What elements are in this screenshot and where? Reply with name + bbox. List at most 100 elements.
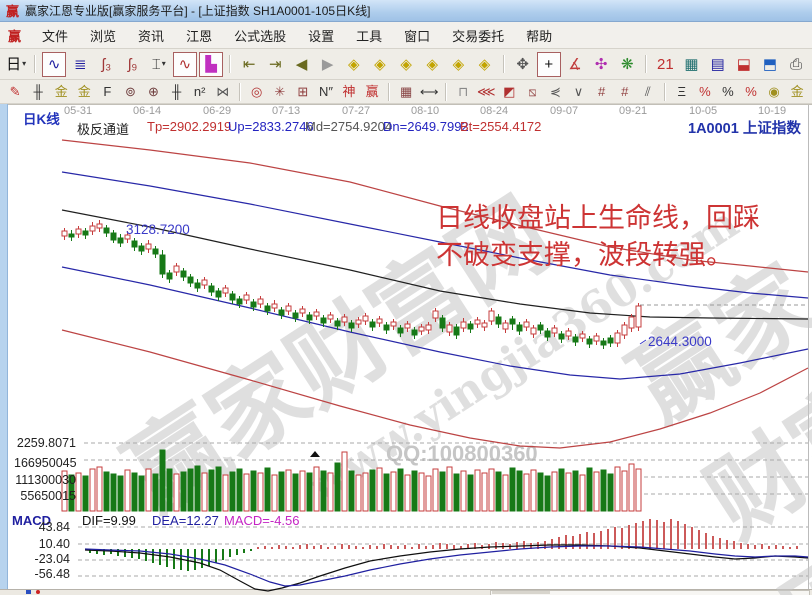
grid-box-button[interactable]: ▦	[395, 82, 417, 101]
menu-item-8[interactable]: 交易委托	[441, 23, 515, 48]
menu-item-4[interactable]: 公式选股	[223, 23, 297, 48]
print-button[interactable]: ⎙	[784, 52, 808, 77]
percent-triangle-button[interactable]: %	[694, 82, 716, 101]
menu-item-6[interactable]: 工具	[345, 23, 393, 48]
chart-area[interactable]	[8, 104, 808, 512]
menu-item-7[interactable]: 窗口	[393, 23, 441, 48]
compass-button[interactable]: ⊕	[142, 82, 164, 101]
pattern-overlay-button[interactable]: ∿	[173, 52, 197, 77]
title-bar[interactable]: 赢 赢家江恩专业版[赢家服务平台] - [上证指数 SH1A0001-105日K…	[0, 0, 812, 22]
crosshair-button[interactable]: +	[537, 52, 561, 77]
angle-measure-button[interactable]: ∡	[563, 52, 587, 77]
crosshair-icon: +	[544, 57, 553, 72]
left-panel-strip[interactable]	[0, 104, 8, 590]
prev-bar-button[interactable]: ◀	[289, 52, 313, 77]
fibonacci-icon: F	[103, 85, 111, 98]
menu-item-3[interactable]: 江恩	[175, 23, 223, 48]
hand-tool-button[interactable]: ✥	[511, 52, 535, 77]
compress-range-button[interactable]: ◈	[420, 52, 444, 77]
toolbar-separator	[445, 83, 447, 101]
gold-lines-button[interactable]: 金	[786, 82, 808, 101]
wave-check-button[interactable]: ∨	[568, 82, 590, 101]
ma9-button[interactable]: ʃ₉	[121, 52, 145, 77]
save-button[interactable]: ⬓	[732, 52, 756, 77]
smart-select-button[interactable]: ❋	[615, 52, 639, 77]
shen-tool-button[interactable]: 神	[338, 82, 360, 101]
kline-period-button[interactable]: 日▾	[4, 52, 28, 77]
last-bar-button[interactable]: ⇥	[263, 52, 287, 77]
export-button[interactable]: ⬒	[758, 52, 782, 77]
ruler-ticks-button[interactable]: ╫	[166, 82, 188, 101]
calculator-button[interactable]: ▦	[679, 52, 703, 77]
circle-target-icon: ◎	[251, 85, 262, 98]
gold-ratio2-button[interactable]: 金	[73, 82, 95, 101]
toolbar-separator	[645, 55, 647, 73]
ma9-icon: ʃ₉	[128, 57, 137, 72]
info-list-button[interactable]: ≣	[68, 52, 92, 77]
export-icon: ⬒	[763, 57, 777, 72]
span-arrows-button[interactable]: ⟷	[418, 82, 440, 101]
macd-dif-line	[85, 545, 808, 591]
memo-button[interactable]: ▤	[706, 52, 730, 77]
square-web-button[interactable]: ⊞	[292, 82, 314, 101]
gold-ratio-button[interactable]: 金	[50, 82, 72, 101]
fibonacci-button[interactable]: F	[96, 82, 118, 101]
first-bar-button[interactable]: ⇤	[237, 52, 261, 77]
gold-circle-button[interactable]: ◉	[763, 82, 785, 101]
menu-item-9[interactable]: 帮助	[515, 23, 563, 48]
shift-right-button[interactable]: ◈	[368, 52, 392, 77]
parallel-lines-icon: ⫽	[645, 85, 651, 98]
parallel-lines-button[interactable]: ⫽	[637, 82, 659, 101]
fan-box-button[interactable]: ◩	[498, 82, 520, 101]
status-dot-left	[36, 590, 40, 594]
gold-circle-icon: ◉	[768, 85, 779, 98]
calendar-button[interactable]: 21	[653, 52, 677, 77]
shift-left-button[interactable]: ◈	[342, 52, 366, 77]
candle-style-button[interactable]: ⌶▾	[147, 52, 171, 77]
percent-lines-button[interactable]: %	[740, 82, 762, 101]
volume-profile-icon: ▙	[205, 57, 217, 72]
scrollbar-thumb[interactable]	[492, 591, 550, 594]
macd-scale-4: -56.48	[20, 567, 70, 581]
chart-right-border	[808, 105, 809, 589]
mirror-angle-button[interactable]: ⋈	[212, 82, 234, 101]
gann-grid-a-button[interactable]: #	[591, 82, 613, 101]
menu-item-1[interactable]: 浏览	[79, 23, 127, 48]
square-n2-button[interactable]: n²	[189, 82, 211, 101]
draw-pen-button[interactable]: ✎	[4, 82, 26, 101]
spiral-button[interactable]: ⊚	[119, 82, 141, 101]
last-bar-icon: ⇥	[269, 57, 282, 72]
circle-target-button[interactable]: ◎	[246, 82, 268, 101]
gann-grid-b-button[interactable]: #	[614, 82, 636, 101]
gann-grid-b-icon: #	[621, 85, 628, 98]
frame-tool-icon: ⊓	[458, 85, 468, 98]
zoom-out-button[interactable]: ◈	[473, 52, 497, 77]
gann-wheel-button[interactable]: ✣	[589, 52, 613, 77]
fan-lines-button[interactable]: ⋘	[475, 82, 497, 101]
price-ruler-button[interactable]: Ξ	[671, 82, 693, 101]
menu-item-0[interactable]: 文件	[31, 23, 79, 48]
menu-item-5[interactable]: 设置	[297, 23, 345, 48]
time-ticks-button[interactable]: ╫	[27, 82, 49, 101]
smart-select-icon: ❋	[621, 57, 634, 72]
expand-range-button[interactable]: ◈	[394, 52, 418, 77]
status-marker-icon	[26, 590, 31, 594]
radial-web-button[interactable]: ✳	[269, 82, 291, 101]
next-bar-button[interactable]: ▶	[316, 52, 340, 77]
ma3-button[interactable]: ʃ₃	[94, 52, 118, 77]
compress-range-icon: ◈	[426, 57, 438, 72]
macd-dea-value: DEA=12.27	[152, 513, 219, 528]
frame-tool-button[interactable]: ⊓	[452, 82, 474, 101]
zigzag-overlay-button[interactable]: ∿	[42, 52, 66, 77]
percent-button[interactable]: %	[717, 82, 739, 101]
volume-profile-button[interactable]: ▙	[199, 52, 223, 77]
macd-scale-3: -23.04	[20, 552, 70, 566]
n-wave-button[interactable]: N″	[315, 82, 337, 101]
ying-tool-button[interactable]: 赢	[361, 82, 383, 101]
macd-dif-value: DIF=9.99	[82, 513, 136, 528]
angle-fan-button[interactable]: ⋞	[544, 82, 566, 101]
zoom-in-button[interactable]: ◈	[446, 52, 470, 77]
menu-item-2[interactable]: 资讯	[127, 23, 175, 48]
horizontal-scrollbar[interactable]	[490, 590, 810, 595]
diagonal-box-button[interactable]: ⧅	[521, 82, 543, 101]
